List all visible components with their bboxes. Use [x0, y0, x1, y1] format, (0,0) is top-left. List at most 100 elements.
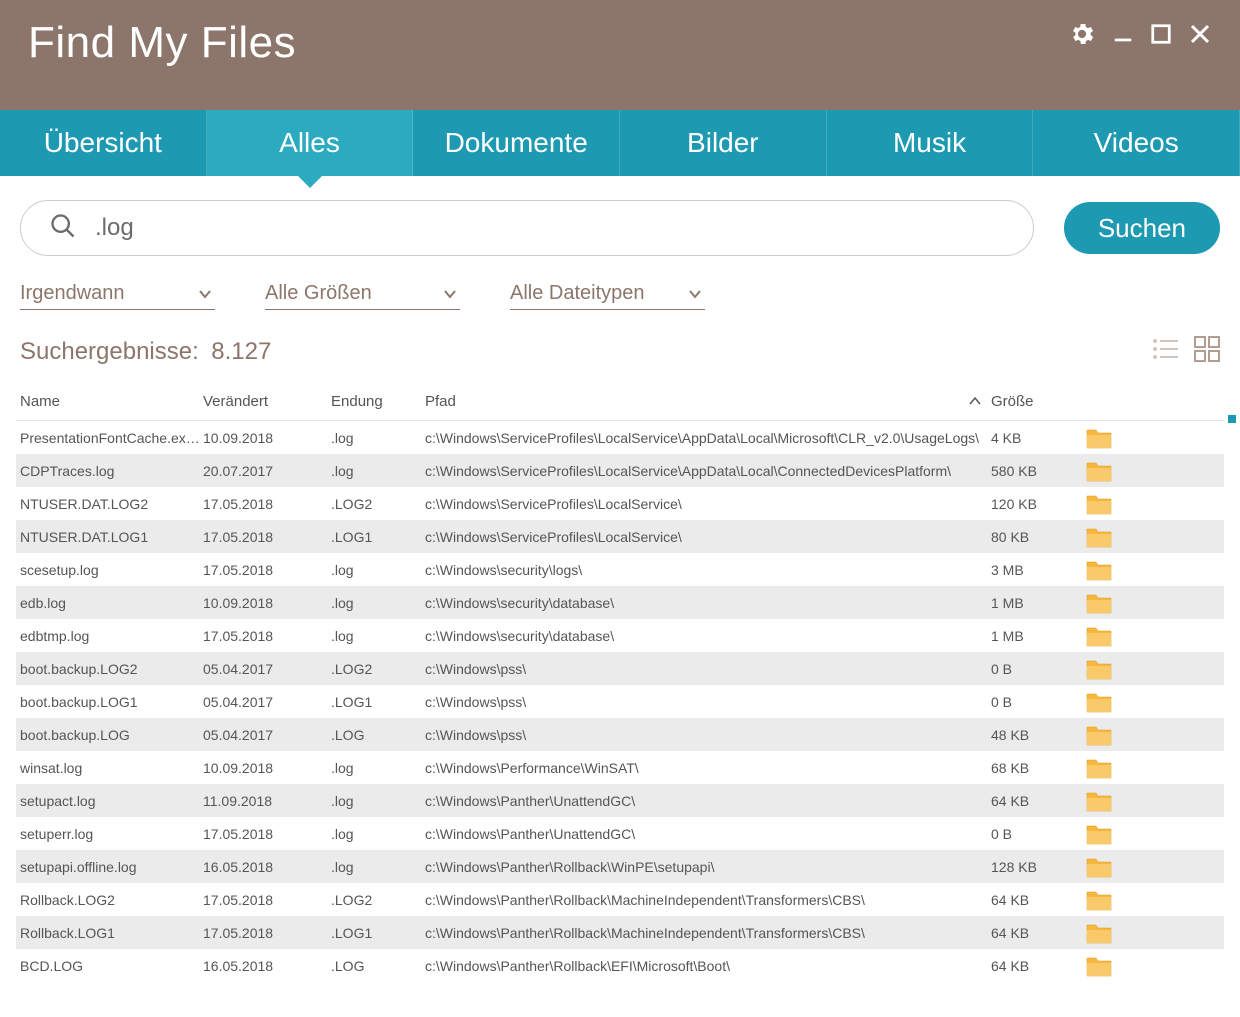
- cell-modified: 16.05.2018: [203, 958, 331, 974]
- table-row[interactable]: Rollback.LOG117.05.2018.LOG1c:\Windows\P…: [16, 916, 1224, 949]
- cell-path: c:\Windows\Performance\WinSAT\: [425, 760, 991, 776]
- grid-view-icon[interactable]: [1194, 336, 1220, 367]
- tab-videos[interactable]: Videos: [1033, 110, 1240, 176]
- tab-dokumente[interactable]: Dokumente: [413, 110, 620, 176]
- cell-size: 120 KB: [991, 496, 1086, 512]
- open-folder-icon[interactable]: [1086, 856, 1170, 878]
- cell-path: c:\Windows\ServiceProfiles\LocalService\…: [425, 463, 991, 479]
- table-header: Name Verändert Endung Pfad Größe: [16, 383, 1224, 421]
- cell-path: c:\Windows\security\database\: [425, 595, 991, 611]
- table-row[interactable]: boot.backup.LOG105.04.2017.LOG1c:\Window…: [16, 685, 1224, 718]
- cell-size: 4 KB: [991, 430, 1086, 446]
- table-row[interactable]: NTUSER.DAT.LOG217.05.2018.LOG2c:\Windows…: [16, 487, 1224, 520]
- open-folder-icon[interactable]: [1086, 757, 1170, 779]
- col-header-modified[interactable]: Verändert: [203, 393, 331, 410]
- cell-extension: .LOG1: [331, 694, 425, 710]
- col-header-name[interactable]: Name: [16, 393, 203, 410]
- open-folder-icon[interactable]: [1086, 625, 1170, 647]
- cell-modified: 17.05.2018: [203, 529, 331, 545]
- app-title: Find My Files: [28, 18, 296, 68]
- cell-size: 1 MB: [991, 595, 1086, 611]
- results-label: Suchergebnisse:: [20, 338, 199, 365]
- cell-extension: .LOG2: [331, 892, 425, 908]
- cell-modified: 10.09.2018: [203, 430, 331, 446]
- table-row[interactable]: boot.backup.LOG205.04.2017.LOG2c:\Window…: [16, 652, 1224, 685]
- list-view-icon[interactable]: [1152, 336, 1178, 367]
- open-folder-icon[interactable]: [1086, 427, 1170, 449]
- open-folder-icon[interactable]: [1086, 691, 1170, 713]
- cell-path: c:\Windows\Panther\Rollback\EFI\Microsof…: [425, 958, 991, 974]
- tab-übersicht[interactable]: Übersicht: [0, 110, 207, 176]
- filter-time[interactable]: Irgendwann: [20, 278, 215, 310]
- cell-size: 0 B: [991, 694, 1086, 710]
- cell-name: setupapi.offline.log: [16, 859, 203, 875]
- open-folder-icon[interactable]: [1086, 724, 1170, 746]
- tab-musik[interactable]: Musik: [827, 110, 1034, 176]
- cell-size: 0 B: [991, 661, 1086, 677]
- table-row[interactable]: boot.backup.LOG05.04.2017.LOGc:\Windows\…: [16, 718, 1224, 751]
- chevron-down-icon: [442, 286, 458, 302]
- settings-icon[interactable]: [1068, 20, 1096, 48]
- cell-name: Rollback.LOG1: [16, 925, 203, 941]
- col-header-extension[interactable]: Endung: [331, 393, 425, 410]
- cell-path: c:\Windows\security\database\: [425, 628, 991, 644]
- open-folder-icon[interactable]: [1086, 592, 1170, 614]
- search-input[interactable]: [95, 214, 1005, 242]
- cell-modified: 17.05.2018: [203, 925, 331, 941]
- cell-modified: 05.04.2017: [203, 694, 331, 710]
- table-row[interactable]: scesetup.log17.05.2018.logc:\Windows\sec…: [16, 553, 1224, 586]
- open-folder-icon[interactable]: [1086, 460, 1170, 482]
- maximize-icon[interactable]: [1150, 23, 1172, 45]
- tab-bilder[interactable]: Bilder: [620, 110, 827, 176]
- open-folder-icon[interactable]: [1086, 493, 1170, 515]
- search-button[interactable]: Suchen: [1064, 202, 1220, 254]
- table-row[interactable]: NTUSER.DAT.LOG117.05.2018.LOG1c:\Windows…: [16, 520, 1224, 553]
- cell-modified: 10.09.2018: [203, 760, 331, 776]
- filter-size-label: Alle Größen: [265, 282, 372, 305]
- cell-extension: .log: [331, 628, 425, 644]
- open-folder-icon[interactable]: [1086, 658, 1170, 680]
- filter-type[interactable]: Alle Dateitypen: [510, 278, 705, 310]
- table-row[interactable]: setupapi.offline.log16.05.2018.logc:\Win…: [16, 850, 1224, 883]
- filter-size[interactable]: Alle Größen: [265, 278, 460, 310]
- open-folder-icon[interactable]: [1086, 922, 1170, 944]
- view-toggle: [1152, 336, 1220, 367]
- cell-path: c:\Windows\pss\: [425, 727, 991, 743]
- cell-extension: .log: [331, 760, 425, 776]
- cell-path: c:\Windows\Panther\Rollback\MachineIndep…: [425, 892, 991, 908]
- table-row[interactable]: edb.log10.09.2018.logc:\Windows\security…: [16, 586, 1224, 619]
- table-row[interactable]: PresentationFontCache.exe.log10.09.2018.…: [16, 421, 1224, 454]
- cell-path: c:\Windows\ServiceProfiles\LocalService\: [425, 496, 991, 512]
- open-folder-icon[interactable]: [1086, 526, 1170, 548]
- open-folder-icon[interactable]: [1086, 823, 1170, 845]
- cell-path: c:\Windows\pss\: [425, 661, 991, 677]
- cell-path: c:\Windows\security\logs\: [425, 562, 991, 578]
- cell-extension: .log: [331, 826, 425, 842]
- open-folder-icon[interactable]: [1086, 955, 1170, 977]
- table-row[interactable]: setuperr.log17.05.2018.logc:\Windows\Pan…: [16, 817, 1224, 850]
- tab-alles[interactable]: Alles: [207, 110, 414, 176]
- open-folder-icon[interactable]: [1086, 889, 1170, 911]
- cell-name: boot.backup.LOG: [16, 727, 203, 743]
- table-body: PresentationFontCache.exe.log10.09.2018.…: [16, 421, 1224, 982]
- table-row[interactable]: setupact.log11.09.2018.logc:\Windows\Pan…: [16, 784, 1224, 817]
- search-pill: [20, 200, 1034, 256]
- cell-size: 68 KB: [991, 760, 1086, 776]
- table-row[interactable]: edbtmp.log17.05.2018.logc:\Windows\secur…: [16, 619, 1224, 652]
- cell-extension: .LOG: [331, 958, 425, 974]
- open-folder-icon[interactable]: [1086, 559, 1170, 581]
- cell-extension: .log: [331, 463, 425, 479]
- sort-ascending-icon: [967, 393, 983, 413]
- table-row[interactable]: winsat.log10.09.2018.logc:\Windows\Perfo…: [16, 751, 1224, 784]
- minimize-icon[interactable]: [1112, 23, 1134, 45]
- col-header-path[interactable]: Pfad: [425, 393, 991, 410]
- table-row[interactable]: BCD.LOG16.05.2018.LOGc:\Windows\Panther\…: [16, 949, 1224, 982]
- cell-modified: 16.05.2018: [203, 859, 331, 875]
- open-folder-icon[interactable]: [1086, 790, 1170, 812]
- table-row[interactable]: Rollback.LOG217.05.2018.LOG2c:\Windows\P…: [16, 883, 1224, 916]
- table-row[interactable]: CDPTraces.log20.07.2017.logc:\Windows\Se…: [16, 454, 1224, 487]
- cell-size: 64 KB: [991, 892, 1086, 908]
- close-icon[interactable]: [1188, 22, 1212, 46]
- col-header-size[interactable]: Größe: [991, 393, 1086, 410]
- scrollbar-thumb[interactable]: [1228, 415, 1236, 423]
